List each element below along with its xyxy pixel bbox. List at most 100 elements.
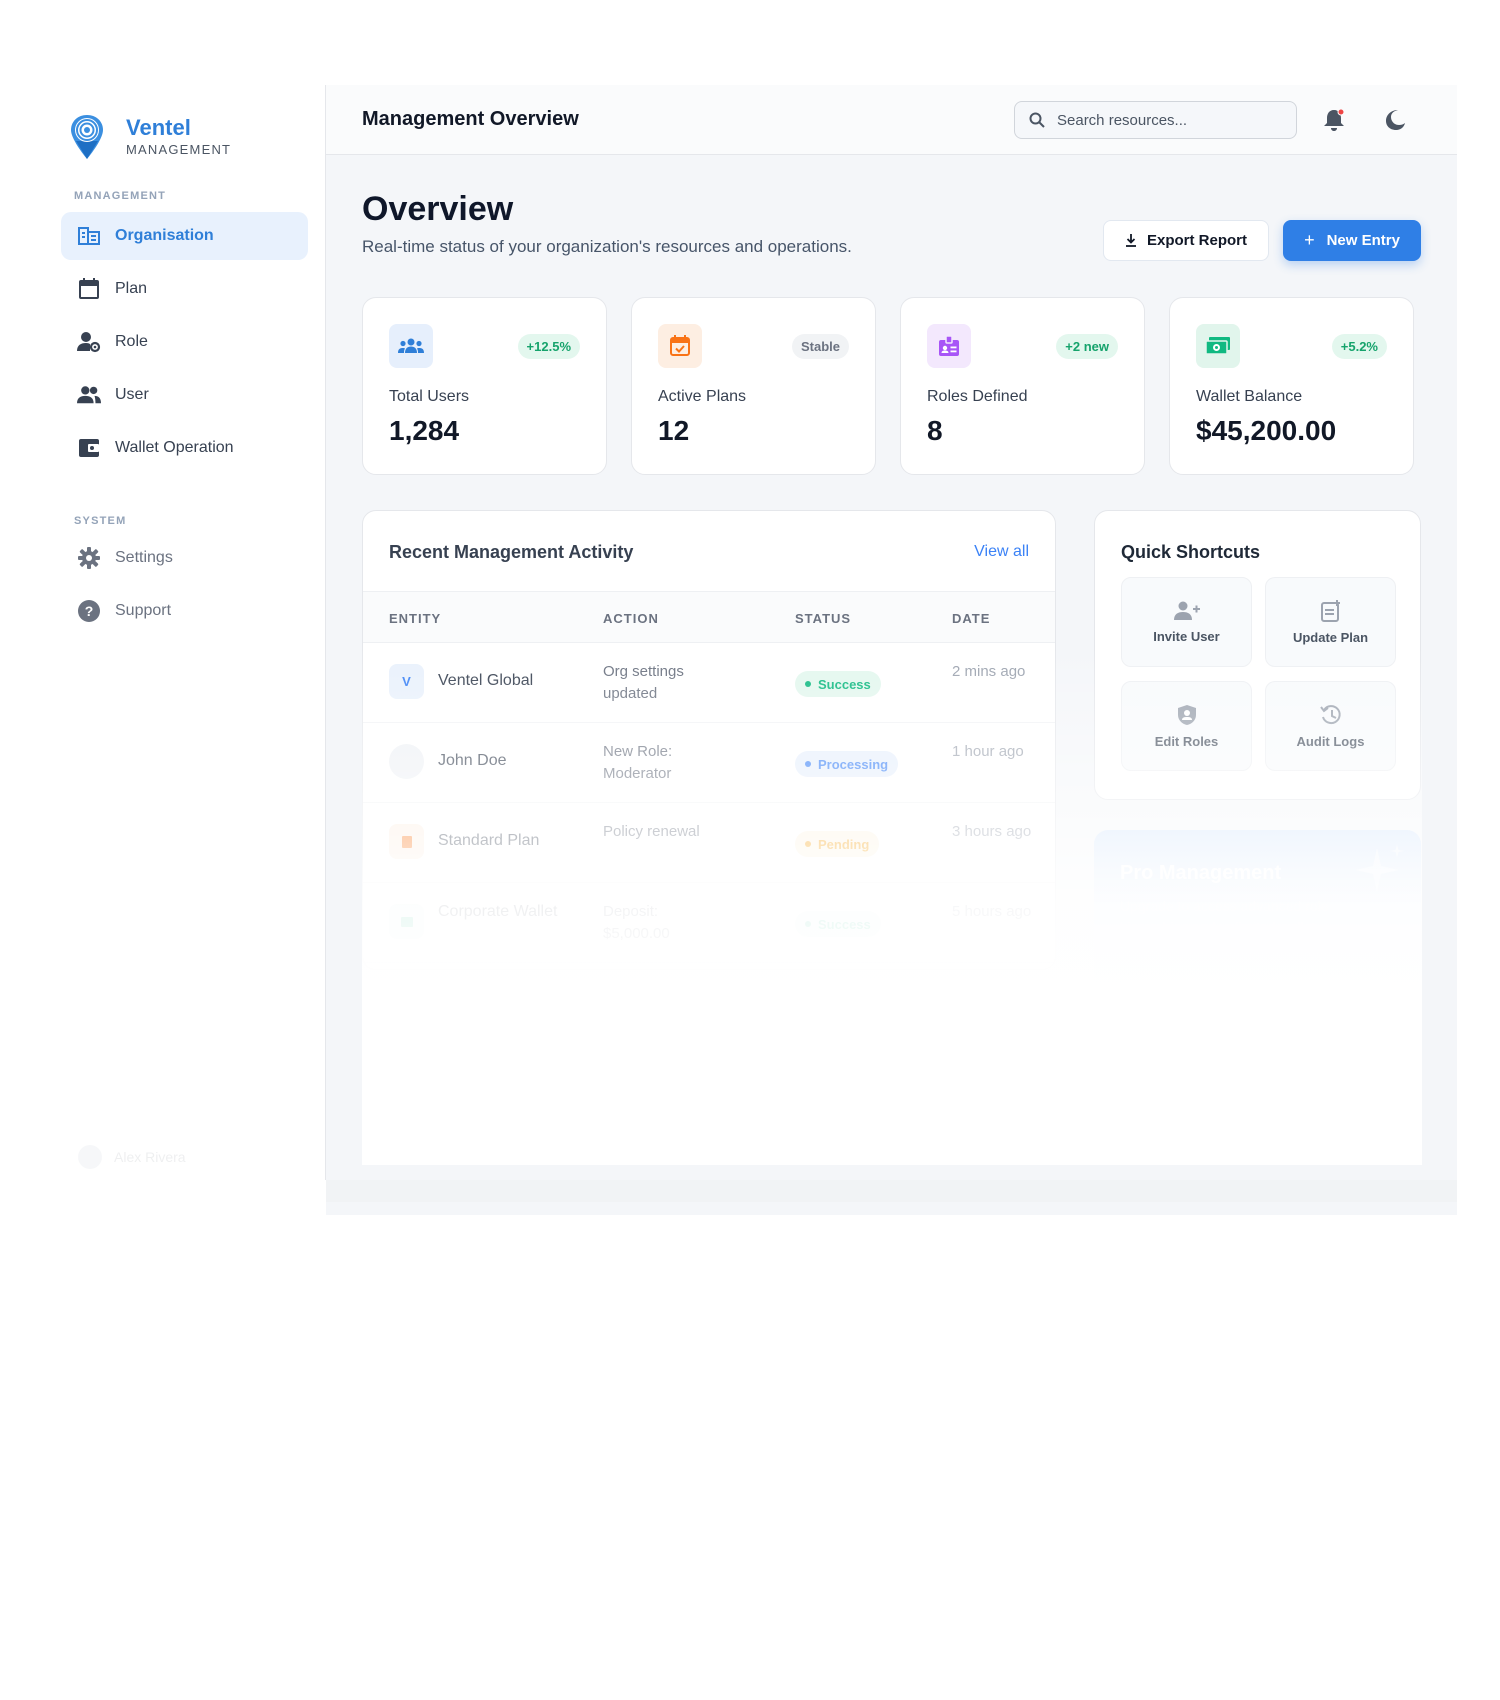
action-text: Policy renewal — [603, 823, 700, 840]
table-row[interactable]: Standard Plan Policy renewal Pending 3 h… — [363, 803, 1055, 883]
stat-card-wallet-balance[interactable]: +5.2% Wallet Balance $45,200.00 — [1169, 297, 1414, 475]
table-header: ENTITY ACTION STATUS DATE — [363, 591, 1055, 643]
shortcut-label: Invite User — [1153, 628, 1220, 644]
shortcut-audit-logs[interactable]: Audit Logs — [1265, 681, 1396, 771]
sidebar-item-wallet-operation[interactable]: Wallet Operation — [61, 424, 308, 472]
stat-value: $45,200.00 — [1196, 415, 1337, 446]
search-icon — [1029, 112, 1045, 128]
page-title: Overview — [362, 190, 514, 228]
users-icon — [389, 324, 433, 368]
date-text: 3 hours ago — [952, 823, 1032, 840]
gear-icon — [77, 546, 101, 570]
stat-card-roles-defined[interactable]: +2 new Roles Defined 8 — [900, 297, 1145, 475]
stat-value: 1,284 — [389, 415, 460, 446]
calendar-check-icon — [658, 324, 702, 368]
date-text: 5 hours ago — [952, 903, 1032, 920]
status-label: Success — [818, 916, 871, 932]
topbar-title: Management Overview — [362, 108, 579, 130]
wallet-icon — [77, 436, 101, 460]
recent-activity-card: Recent Management Activity View all ENTI… — [362, 510, 1056, 970]
sidebar-item-label: Role — [115, 333, 148, 350]
pro-management-promo: Pro Management Upgrade to access advance… — [1094, 830, 1421, 1045]
sidebar: Ventel MANAGEMENT MANAGEMENT Organisatio… — [60, 85, 326, 1180]
export-report-label: Export Report — [1146, 232, 1247, 249]
date-text: 2 mins ago — [952, 663, 1026, 680]
user-plus-icon — [1173, 601, 1200, 620]
sidebar-user-profile[interactable]: Alex Rivera — [78, 1145, 186, 1169]
sidebar-item-user[interactable]: User — [61, 371, 308, 419]
search-box[interactable] — [1014, 101, 1297, 139]
new-entry-button[interactable]: + New Entry — [1283, 220, 1421, 261]
id-badge-icon — [927, 324, 971, 368]
document-edit-icon — [1320, 599, 1340, 622]
table-row[interactable]: Corporate Wallet Deposit: $5,000.00 Succ… — [363, 883, 1055, 963]
upgrade-now-button[interactable]: Upgrade Now — [1120, 980, 1395, 1018]
shortcut-label: Audit Logs — [1296, 733, 1365, 749]
section-label-system: SYSTEM — [74, 515, 127, 527]
sidebar-item-label: Support — [115, 602, 172, 619]
stat-label: Active Plans — [658, 388, 747, 405]
shortcut-invite-user[interactable]: Invite User — [1121, 577, 1252, 667]
table-row[interactable]: John Doe New Role: Moderator Processing … — [363, 723, 1055, 803]
trend-badge: +2 new — [1056, 334, 1118, 359]
user-name: Alex Rivera — [114, 1149, 186, 1165]
view-all-link[interactable]: View all — [974, 543, 1029, 561]
sidebar-item-plan[interactable]: Plan — [61, 265, 308, 313]
status-badge: Processing — [795, 751, 899, 777]
stat-card-total-users[interactable]: +12.5% Total Users 1,284 — [362, 297, 607, 475]
status-dot — [805, 761, 811, 767]
sidebar-item-label: Plan — [115, 280, 148, 297]
quick-shortcuts-card: Quick Shortcuts Invite User Update Plan … — [1094, 510, 1421, 800]
export-report-button[interactable]: Export Report — [1103, 220, 1269, 261]
sidebar-item-role[interactable]: Role — [61, 318, 308, 366]
building-icon — [77, 224, 101, 248]
status-label: Processing — [818, 756, 889, 772]
sidebar-item-support[interactable]: ? Support — [61, 587, 308, 635]
topbar: Management Overview — [326, 85, 1457, 155]
entity-name: Standard Plan — [438, 832, 540, 849]
shortcuts-title: Quick Shortcuts — [1121, 542, 1261, 562]
help-icon: ? — [77, 599, 101, 623]
status-dot — [805, 681, 811, 687]
activity-title: Recent Management Activity — [389, 542, 634, 562]
column-header-entity: ENTITY — [389, 611, 442, 626]
trend-badge: +5.2% — [1331, 334, 1387, 359]
status-badge: Success — [795, 911, 881, 937]
trend-badge: +12.5% — [517, 334, 580, 359]
shield-user-icon — [1177, 704, 1196, 725]
avatar — [389, 744, 424, 779]
notifications-button[interactable] — [1320, 106, 1348, 134]
brand-logo[interactable]: Ventel MANAGEMENT — [68, 113, 231, 161]
trend-badge: Stable — [791, 334, 849, 359]
search-input[interactable] — [1057, 111, 1277, 129]
column-header-date: DATE — [952, 611, 991, 626]
shortcut-label: Edit Roles — [1154, 733, 1219, 749]
footer-strip — [326, 1180, 1457, 1202]
dark-mode-toggle[interactable] — [1381, 106, 1409, 134]
sidebar-item-settings[interactable]: Settings — [61, 534, 308, 582]
shortcut-update-plan[interactable]: Update Plan — [1265, 577, 1396, 667]
stat-card-active-plans[interactable]: Stable Active Plans 12 — [631, 297, 876, 475]
app-shell: Ventel MANAGEMENT MANAGEMENT Organisatio… — [60, 85, 1457, 1215]
table-row[interactable]: V Ventel Global Org settings updated Suc… — [363, 643, 1055, 723]
entity-name: John Doe — [438, 752, 507, 769]
avatar — [78, 1145, 102, 1169]
user-gear-icon — [77, 330, 101, 354]
promo-title: Pro Management — [1120, 862, 1282, 884]
column-header-status: STATUS — [795, 611, 852, 626]
status-dot — [805, 841, 811, 847]
status-badge: Success — [795, 671, 881, 697]
shortcut-label: Update Plan — [1292, 629, 1369, 645]
status-label: Pending — [818, 836, 870, 852]
stat-label: Total Users — [389, 388, 470, 405]
status-badge: Pending — [795, 831, 880, 857]
shortcut-edit-roles[interactable]: Edit Roles — [1121, 681, 1252, 771]
sidebar-item-organisation[interactable]: Organisation — [61, 212, 308, 260]
action-text: Org settings updated — [603, 663, 684, 702]
bell-icon — [1324, 108, 1345, 131]
column-header-action: ACTION — [603, 611, 659, 626]
main-content: Management Overview Overview Real-time s… — [326, 85, 1457, 1215]
status-dot — [805, 921, 811, 927]
download-icon — [1125, 234, 1136, 247]
new-entry-label: New Entry — [1326, 232, 1400, 249]
